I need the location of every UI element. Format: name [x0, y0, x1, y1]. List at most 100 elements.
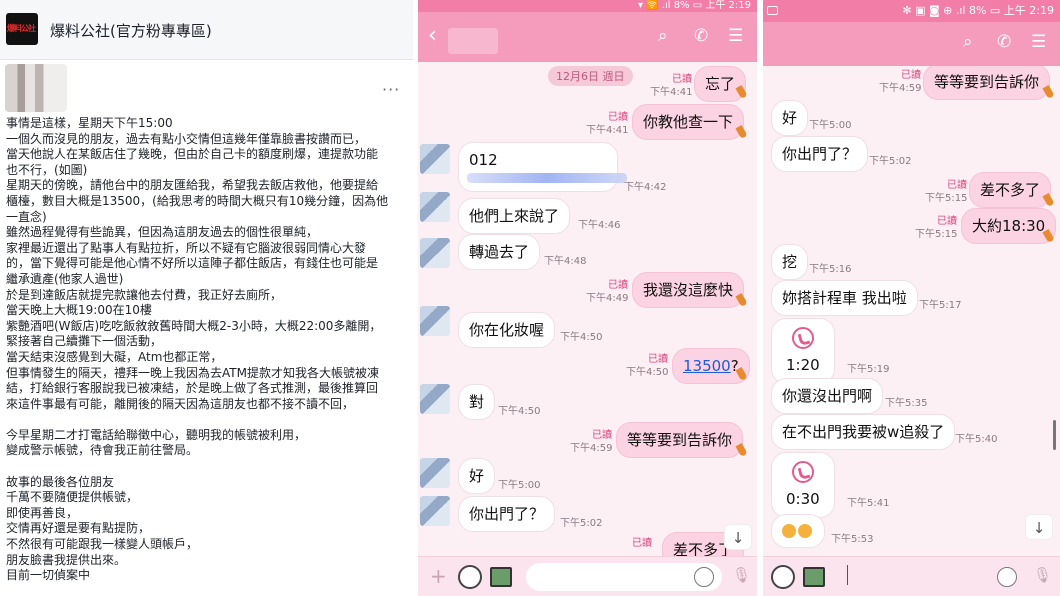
message-bubble-in[interactable]: 好 — [771, 100, 809, 136]
contact-avatar[interactable] — [420, 384, 450, 414]
message-bubble-out[interactable]: 差不多了 — [969, 172, 1052, 208]
sticker-carrot-icon — [1042, 85, 1055, 99]
post-line: 但事情發生的隔天，禮拜一晚上我因為去ATM提款才知我各大帳號被凍 — [6, 365, 379, 380]
search-icon[interactable]: ⌕ — [658, 26, 668, 46]
status-bar: ✻ ▣ ◙ ⊕ .ıl 8% ▭ 上午 2:19 — [763, 0, 1060, 22]
post-line: 紫艷酒吧(W飯店)吃吃飯敘敘舊時間大概2-3小時，大概22:00多離開， — [6, 318, 382, 333]
message-bubble-in[interactable]: 他們上來說了 — [458, 198, 571, 234]
more-options-icon[interactable]: ··· — [382, 80, 400, 99]
message-time: 下午4:59 — [879, 83, 922, 94]
message-bubble-out[interactable]: 我還沒這麼快 — [632, 272, 745, 308]
emoji-bubble[interactable] — [771, 514, 825, 548]
post-line: 雖然過程覺得有些詭異，但因為這朋友過去的個性很單純， — [6, 225, 319, 240]
message-list[interactable]: 已讀 下午4:59 等等要到告訴你 好 下午5:00 你出門了？ 下午5:02 … — [763, 66, 1060, 556]
scrollbar[interactable] — [1053, 420, 1056, 450]
call-duration: 0:30 — [786, 490, 820, 508]
message-bubble-in[interactable]: 妳搭計程車 我出啦 — [771, 280, 918, 316]
scroll-down-button[interactable]: ↓ — [724, 524, 752, 550]
message-bubble-in[interactable]: 好 — [458, 458, 496, 494]
message-time: 下午5:02 — [560, 518, 603, 529]
message-bubble-in[interactable]: 轉過去了 — [458, 234, 541, 270]
post-line: 繼承遺產(他家人過世) — [6, 271, 124, 286]
message-bubble-in[interactable]: 在不出門我要被w追殺了 — [771, 414, 956, 450]
contact-avatar[interactable] — [420, 496, 450, 526]
post-line — [6, 412, 408, 428]
message-bubble-out[interactable]: 大約18:30 — [961, 208, 1057, 244]
message-bubble-in[interactable]: 012 — [458, 142, 627, 192]
menu-icon[interactable]: ☰ — [728, 26, 743, 46]
post-line: 今早星期二才打電話給聯徵中心，聽明我的帳號被利用， — [6, 427, 307, 442]
message-time: 下午4:50 — [560, 332, 603, 343]
message-bubble-in[interactable]: 挖 — [771, 244, 809, 280]
contact-avatar[interactable] — [420, 306, 450, 336]
message-time: 下午4:42 — [624, 182, 667, 193]
microphone-icon[interactable]: 🎙 — [732, 566, 751, 584]
amount-link[interactable]: 13500 — [683, 357, 731, 375]
page-logo[interactable]: 爆料公社 — [6, 13, 38, 45]
emoji-icon — [782, 524, 796, 538]
post-line: 結，打給銀行客服說我已被凍結，於是晚上做了各式推測，最後推算回 — [6, 381, 379, 396]
post-line: 故事的最後各位朋友 — [6, 474, 115, 489]
message-list[interactable]: 12月6日 週日 已讀 下午4:41 忘了 已讀 下午4:41 你教他查一下 0… — [418, 62, 757, 556]
message-bubble-out[interactable]: 13500? — [672, 348, 750, 384]
message-time: 下午5:02 — [869, 156, 912, 167]
microphone-icon[interactable]: 🎙 — [1033, 566, 1052, 584]
message-time: 下午5:19 — [847, 364, 890, 375]
status-bar-text: ▾ 🛜 .ıl 8% ▭ 上午 2:19 — [637, 0, 751, 11]
back-arrow-icon[interactable]: ‹ — [428, 24, 437, 48]
emoji-icon[interactable] — [694, 567, 714, 587]
sticker-carrot-icon — [735, 443, 748, 457]
message-bubble-in[interactable]: 對 — [458, 384, 496, 420]
phone-icon[interactable]: ✆ — [694, 26, 708, 46]
post-line: 當天結束沒感覺到大礙，Atm也都正常， — [6, 349, 223, 364]
contact-avatar[interactable] — [420, 238, 450, 268]
message-time: 下午5:00 — [809, 120, 852, 131]
emoji-icon[interactable] — [997, 567, 1017, 587]
contact-avatar[interactable] — [420, 144, 450, 174]
call-duration: 1:20 — [786, 356, 820, 374]
emoji-icon — [798, 524, 812, 538]
line-chat-screenshot-2: ✻ ▣ ◙ ⊕ .ıl 8% ▭ 上午 2:19 ⌕ ✆ ☰ 已讀 下午4:59… — [763, 0, 1060, 596]
message-bubble-out[interactable]: 等等要到告訴你 — [616, 422, 744, 458]
facebook-post-panel: 爆料公社 爆料公社(官方粉專專區) ··· 事情是這樣，星期天下午15:00 一個… — [0, 0, 413, 596]
message-input[interactable] — [841, 563, 1021, 591]
message-bubble-in[interactable]: 你還沒出門啊 — [771, 378, 884, 414]
message-time: 下午5:17 — [919, 300, 962, 311]
sticker-icon[interactable] — [771, 565, 795, 589]
message-time: 下午4:48 — [544, 256, 587, 267]
contact-avatar[interactable] — [420, 192, 450, 222]
message-time: 下午4:41 — [586, 125, 629, 136]
message-time: 下午4:49 — [586, 293, 629, 304]
message-bubble-in[interactable]: 你在化妝喔 — [458, 312, 556, 348]
post-line: 也不行，(如圖) — [6, 162, 88, 177]
call-bubble[interactable]: 0:30 — [771, 452, 835, 518]
phone-icon[interactable]: ✆ — [997, 32, 1011, 52]
message-time: 下午4:41 — [650, 87, 693, 98]
scroll-down-button[interactable]: ↓ — [1025, 514, 1053, 540]
message-time: 下午4:59 — [570, 443, 613, 454]
sticker-icon[interactable] — [458, 565, 482, 589]
message-time: 下午5:53 — [831, 534, 874, 545]
blurred-contact-name — [448, 28, 498, 54]
menu-icon[interactable]: ☰ — [1031, 32, 1046, 52]
post-line: 緊接著自己續攤下一個活動， — [6, 334, 163, 349]
message-bubble-out[interactable]: 等等要到告訴你 — [923, 66, 1051, 100]
photo-icon[interactable] — [490, 567, 512, 587]
plus-icon[interactable]: + — [430, 565, 447, 587]
page-name[interactable]: 爆料公社(官方粉專專區) — [50, 20, 212, 41]
line-chat-screenshot-1: ▾ 🛜 .ıl 8% ▭ 上午 2:19 ‹ ⌕ ✆ ☰ 12月6日 週日 已讀… — [418, 0, 757, 596]
message-bubble-in[interactable]: 你出門了？ — [458, 496, 556, 532]
photo-icon[interactable] — [803, 567, 825, 587]
post-line: 家裡最近還出了點事人有點拉折，所以不疑有它腦波很弱同情心大發 — [6, 240, 367, 255]
message-input[interactable] — [526, 563, 722, 591]
message-bubble-in[interactable]: 你出門了？ — [771, 136, 869, 172]
contact-avatar[interactable] — [420, 458, 450, 488]
message-bubble-out[interactable]: 你教他查一下 — [632, 104, 745, 140]
status-bar: ▾ 🛜 .ıl 8% ▭ 上午 2:19 — [418, 0, 757, 12]
call-bubble[interactable]: 1:20 — [771, 318, 835, 384]
chat-header: ⌕ ✆ ☰ — [763, 22, 1060, 66]
search-icon[interactable]: ⌕ — [963, 32, 973, 52]
input-bar: + 🎙 — [418, 556, 757, 596]
message-bubble-out[interactable]: 忘了 — [694, 66, 747, 102]
post-line: 星期天的傍晚，請他台中的朋友匯給我，希望我去飯店救他，他要提給 — [6, 178, 379, 193]
